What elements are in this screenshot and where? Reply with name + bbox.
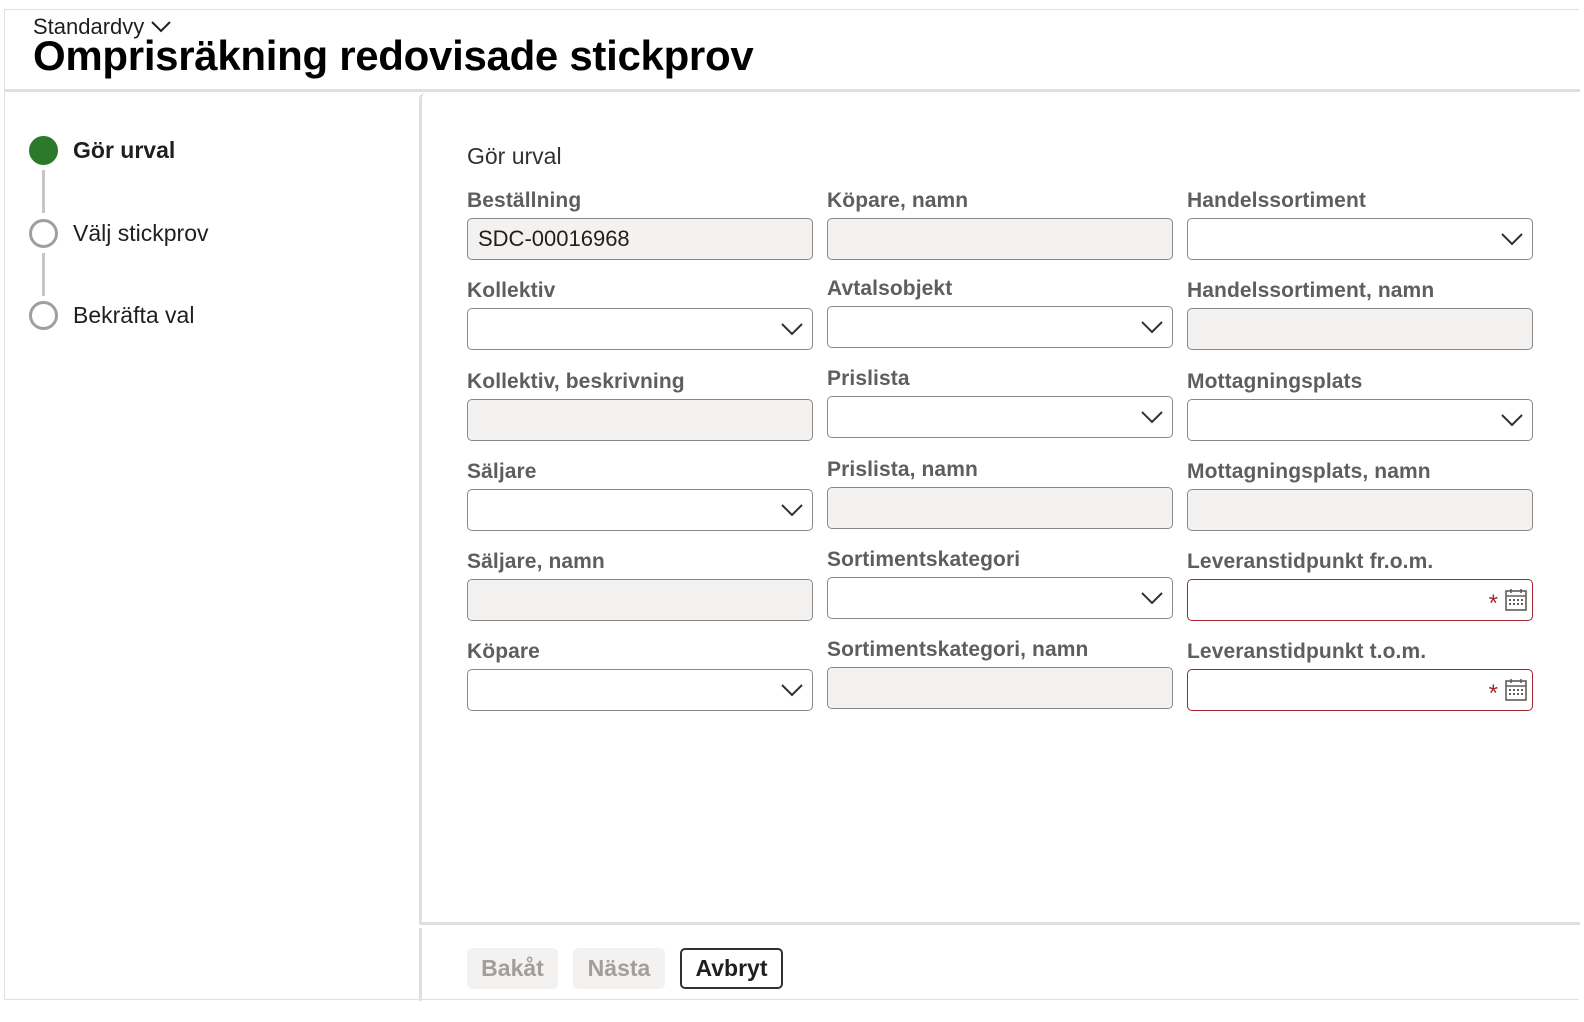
bestallning-value: SDC-00016968 [478, 226, 630, 251]
chevron-down-icon[interactable] [1140, 590, 1164, 606]
field-prislista-namn: Prislista, namn [827, 458, 1173, 529]
kopare-namn-input[interactable] [827, 218, 1173, 260]
required-icon: * [1488, 590, 1498, 617]
handelssortiment-namn-input[interactable] [1187, 308, 1533, 350]
step-bekrafta-val[interactable]: Bekräfta val [29, 301, 194, 330]
chevron-down-icon[interactable] [780, 682, 804, 698]
bestallning-input[interactable]: SDC-00016968 [467, 218, 813, 260]
step-gor-urval[interactable]: Gör urval [29, 136, 175, 165]
mottagningsplats-namn-input[interactable] [1187, 489, 1533, 531]
field-label: Beställning [467, 189, 582, 212]
saljare-namn-input[interactable] [467, 579, 813, 621]
next-button[interactable]: Nästa [573, 948, 665, 989]
saljare-dropdown[interactable] [467, 489, 813, 531]
field-prislista: Prislista [827, 367, 1173, 438]
section-title: Gör urval [467, 143, 562, 169]
field-kollektiv: Kollektiv [467, 279, 813, 350]
chevron-down-icon[interactable] [780, 321, 804, 337]
form-content: Gör urval Beställning SDC-00016968 Köpar… [419, 93, 1580, 925]
step-label: Bekräfta val [73, 302, 195, 328]
field-label: Leveranstidpunkt t.o.m. [1187, 640, 1427, 663]
chevron-down-icon[interactable] [1500, 412, 1524, 428]
chevron-down-icon[interactable] [780, 502, 804, 518]
field-label: Mottagningsplats [1187, 370, 1363, 393]
field-avtalsobjekt: Avtalsobjekt [827, 277, 1173, 348]
chevron-down-icon[interactable] [1140, 319, 1164, 335]
step-valj-stickprov[interactable]: Välj stickprov [29, 219, 208, 248]
field-label: Prislista, namn [827, 458, 978, 481]
wizard-footer: Bakåt Nästa Avbryt [419, 928, 1580, 1001]
back-button[interactable]: Bakåt [467, 948, 558, 989]
field-sortimentskategori: Sortimentskategori [827, 548, 1173, 619]
field-sortimentskategori-namn: Sortimentskategori, namn [827, 638, 1173, 709]
field-mottagningsplats-namn: Mottagningsplats, namn [1187, 460, 1533, 531]
page-title: Omprisräkning redovisade stickprov [33, 32, 754, 79]
field-label: Mottagningsplats, namn [1187, 460, 1431, 483]
step-connector [42, 253, 45, 296]
field-label: Köpare [467, 640, 540, 663]
step-pending-icon [29, 219, 58, 248]
field-handelssortiment-namn: Handelssortiment, namn [1187, 279, 1533, 350]
sortimentskategori-dropdown[interactable] [827, 577, 1173, 619]
prislista-dropdown[interactable] [827, 396, 1173, 438]
step-label: Välj stickprov [73, 220, 209, 246]
page-header: Standardvy Omprisräkning redovisade stic… [5, 10, 1580, 92]
field-label: Sortimentskategori [827, 548, 1021, 571]
avtalsobjekt-dropdown[interactable] [827, 306, 1173, 348]
field-leverans-tom: Leveranstidpunkt t.o.m. * [1187, 640, 1533, 711]
step-active-icon [29, 136, 58, 165]
leverans-from-date-input[interactable]: * [1187, 579, 1533, 621]
chevron-down-icon[interactable] [1500, 231, 1524, 247]
field-label: Säljare, namn [467, 550, 605, 573]
field-label: Leveranstidpunkt fr.o.m. [1187, 550, 1434, 573]
handelssortiment-dropdown[interactable] [1187, 218, 1533, 260]
prislista-namn-input[interactable] [827, 487, 1173, 529]
field-kopare: Köpare [467, 640, 813, 711]
field-leverans-from: Leveranstidpunkt fr.o.m. * [1187, 550, 1533, 621]
step-pending-icon [29, 301, 58, 330]
field-label: Handelssortiment [1187, 189, 1366, 212]
kopare-dropdown[interactable] [467, 669, 813, 711]
field-handelssortiment: Handelssortiment [1187, 189, 1533, 260]
mottagningsplats-dropdown[interactable] [1187, 399, 1533, 441]
field-label: Handelssortiment, namn [1187, 279, 1435, 302]
field-label: Kollektiv, beskrivning [467, 370, 685, 393]
field-mottagningsplats: Mottagningsplats [1187, 370, 1533, 441]
field-label: Avtalsobjekt [827, 277, 953, 300]
sortimentskategori-namn-input[interactable] [827, 667, 1173, 709]
field-kopare-namn: Köpare, namn [827, 189, 1173, 260]
leverans-tom-date-input[interactable]: * [1187, 669, 1533, 711]
field-label: Säljare [467, 460, 537, 483]
field-saljare-namn: Säljare, namn [467, 550, 813, 621]
cancel-button[interactable]: Avbryt [680, 948, 783, 989]
chevron-down-icon[interactable] [1140, 409, 1164, 425]
required-icon: * [1488, 680, 1498, 707]
step-label: Gör urval [73, 137, 176, 163]
field-bestallning: Beställning SDC-00016968 [467, 189, 813, 260]
calendar-icon[interactable] [1504, 678, 1528, 702]
field-saljare: Säljare [467, 460, 813, 531]
field-label: Sortimentskategori, namn [827, 638, 1089, 661]
field-label: Kollektiv [467, 279, 556, 302]
calendar-icon[interactable] [1504, 588, 1528, 612]
field-label: Köpare, namn [827, 189, 969, 212]
step-connector [42, 170, 45, 213]
field-kollektiv-beskrivning: Kollektiv, beskrivning [467, 370, 813, 441]
field-label: Prislista [827, 367, 910, 390]
dialog-frame: Standardvy Omprisräkning redovisade stic… [4, 9, 1580, 1001]
kollektiv-dropdown[interactable] [467, 308, 813, 350]
kollektiv-beskrivning-input[interactable] [467, 399, 813, 441]
